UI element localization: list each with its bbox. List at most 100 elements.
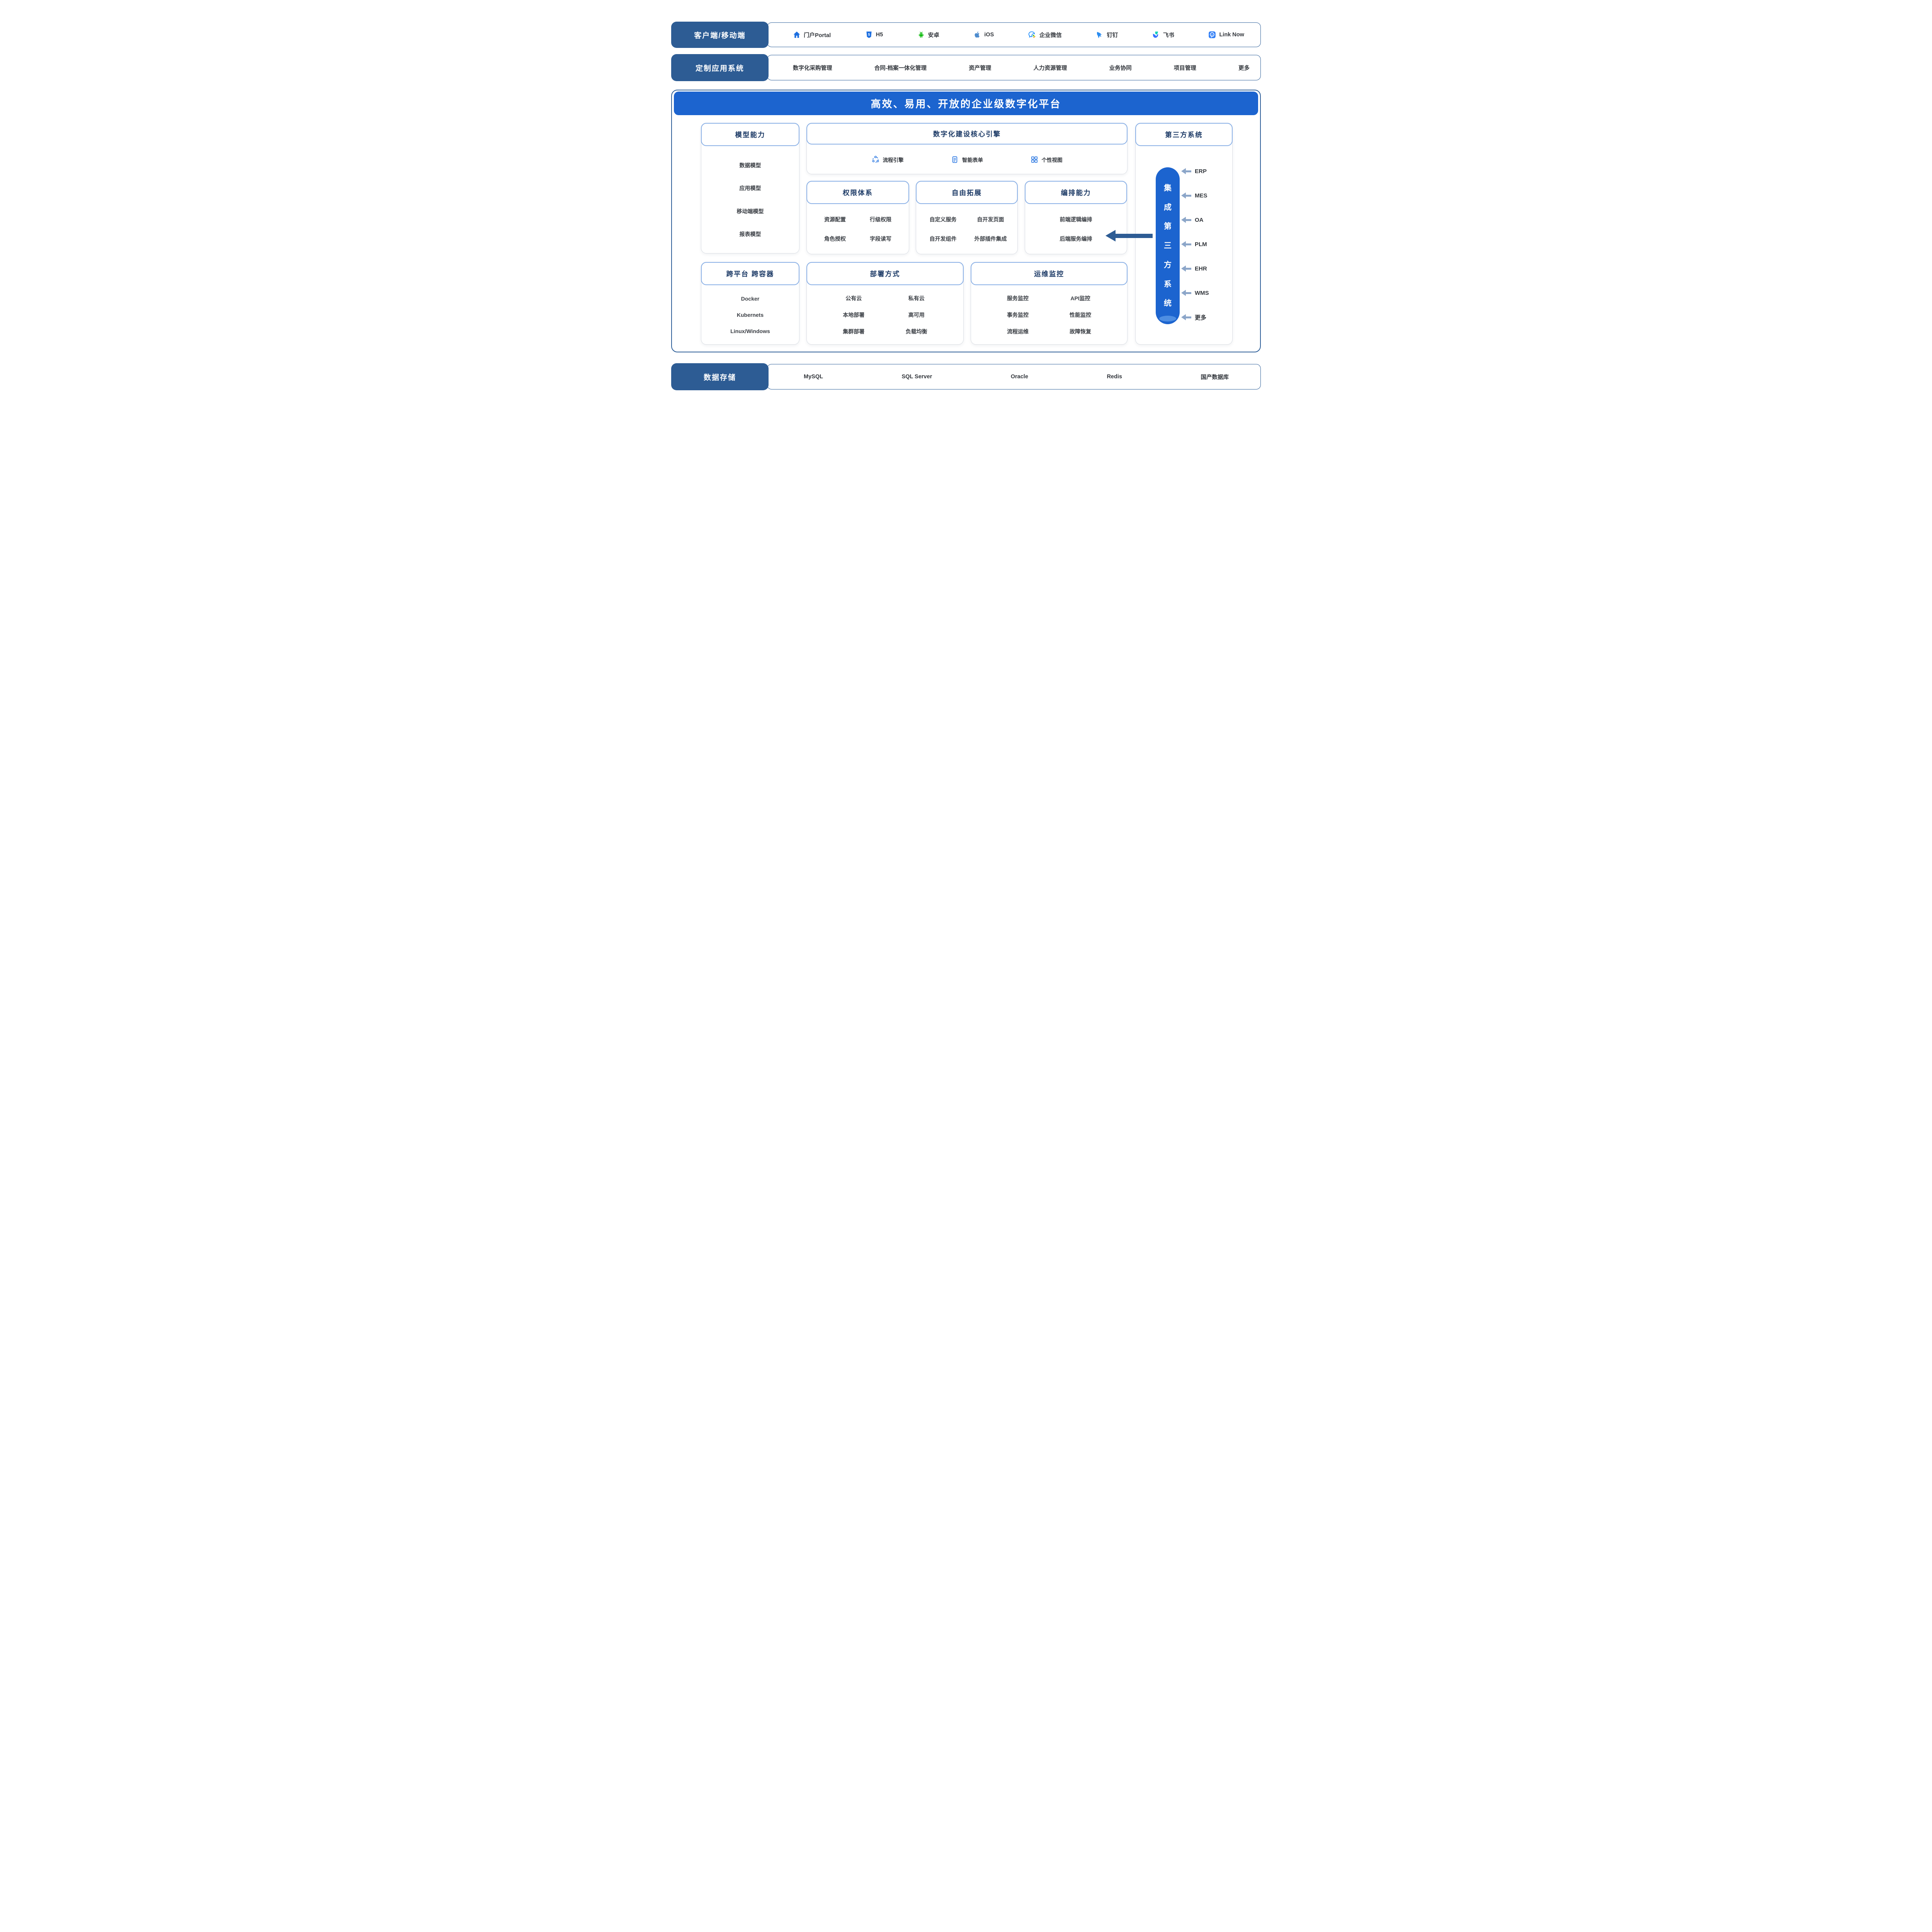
client-item-label: 企业微信 (1039, 31, 1062, 39)
left-arrow-icon (1181, 217, 1191, 223)
permission-item: 字段读写 (870, 235, 891, 243)
extension-item: 自定义服务 (930, 216, 957, 223)
clients-band-label: 客户端/移动端 (671, 22, 769, 48)
engine-feature: 流程引擎 (872, 156, 904, 163)
custom-app-item: 更多 (1238, 64, 1250, 72)
database-item: Redis (1107, 374, 1122, 380)
cross-platform-item: Docker (741, 296, 759, 302)
custom-view-icon (1031, 156, 1038, 163)
client-item: 安卓 (917, 31, 939, 39)
engine-feature-label: 智能表单 (962, 156, 983, 163)
permission-item: 资源配置 (824, 216, 846, 223)
third-party-system-row: ERP (1181, 167, 1231, 176)
extension-title: 自由拓展 (916, 181, 1018, 204)
deployment-card: 部署方式 公有云私有云本地部署高可用集群部署负载均衡 (806, 262, 964, 345)
integration-arrow-icon (1105, 230, 1153, 242)
apple-icon (973, 31, 981, 39)
monitoring-item: 事务监控 (1007, 311, 1029, 319)
third-party-system-label: PLM (1195, 241, 1207, 248)
cross-platform-card: 跨平台 跨容器 Docker Kubernets Linux/Windows (701, 262, 799, 345)
deployment-item: 负载均衡 (906, 328, 927, 335)
model-capability-title: 模型能力 (701, 123, 799, 146)
third-party-system-label: ERP (1195, 168, 1207, 175)
third-party-system-row: PLM (1181, 240, 1231, 249)
third-party-system-row: MES (1181, 191, 1231, 200)
monitoring-item: 流程运维 (1007, 328, 1029, 335)
left-arrow-icon (1181, 290, 1191, 296)
engine-feature-label: 个性视图 (1042, 156, 1063, 163)
client-item: 飞书 (1152, 31, 1174, 39)
svg-text:5: 5 (868, 33, 870, 37)
client-item: Link Now (1208, 31, 1244, 39)
third-party-system-row: WMS (1181, 288, 1231, 298)
deployment-items: 公有云私有云本地部署高可用集群部署负载均衡 (822, 286, 948, 344)
android-icon (917, 31, 925, 39)
cross-platform-items: Docker Kubernets Linux/Windows (701, 286, 799, 344)
custom-app-item: 资产管理 (969, 64, 991, 72)
deployment-item: 公有云 (845, 294, 862, 302)
platform-banner: 高效、易用、开放的企业级数字化平台 (674, 92, 1258, 115)
pill-char: 三 (1164, 242, 1172, 250)
pill-char: 统 (1164, 299, 1172, 307)
left-arrow-icon (1181, 168, 1191, 174)
extension-card: 自由拓展 自定义服务自开发页面自开发组件外部插件集成 (916, 181, 1018, 254)
third-party-system-label: 更多 (1195, 313, 1206, 321)
engine-feature-label: 流程引擎 (883, 156, 904, 163)
deployment-item: 本地部署 (843, 311, 864, 319)
permission-item: 角色授权 (824, 235, 846, 243)
platform-panel: 高效、易用、开放的企业级数字化平台 模型能力 数据模型应用模型移动端模型报表模型… (671, 90, 1261, 352)
html5-icon: 5 (865, 31, 873, 39)
custom-app-item: 合同-档案一体化管理 (874, 64, 927, 72)
core-engine-title: 数字化建设核心引擎 (806, 123, 1128, 145)
permission-items: 资源配置 行级权限角色授权 字段读写 (812, 204, 903, 254)
database-item: 国产数据库 (1201, 373, 1229, 381)
left-arrow-icon (1181, 192, 1191, 199)
deployment-item: 高可用 (908, 311, 925, 319)
left-arrow-icon (1181, 241, 1191, 247)
custom-app-item: 业务协同 (1109, 64, 1132, 72)
extension-item: 自开发组件 (930, 235, 957, 243)
pill-char: 系 (1164, 281, 1172, 288)
extension-items: 自定义服务自开发页面自开发组件外部插件集成 (919, 204, 1014, 254)
cross-platform-title: 跨平台 跨容器 (701, 262, 799, 285)
storage-band: 数据存储 MySQLSQL ServerOracleRedis国产数据库 (671, 363, 1261, 390)
arrow-tail (1116, 234, 1153, 238)
arrow-head (1105, 230, 1116, 242)
feishu-icon (1152, 31, 1160, 39)
extension-item: 自开发页面 (977, 216, 1004, 223)
orchestration-title: 编排能力 (1025, 181, 1127, 204)
custom-apps-band: 定制应用系统 数字化采购管理合同-档案一体化管理资产管理人力资源管理业务协同项目… (671, 54, 1261, 81)
client-item-label: 安卓 (928, 31, 939, 39)
smart-form-icon (951, 156, 959, 163)
custom-apps-band-label: 定制应用系统 (671, 54, 769, 81)
client-item-label: 飞书 (1163, 31, 1174, 39)
left-arrow-icon (1181, 314, 1191, 320)
linknow-icon (1208, 31, 1216, 39)
model-capability-items: 数据模型应用模型移动端模型报表模型 (701, 146, 799, 253)
database-item: SQL Server (901, 374, 932, 380)
client-item-label: iOS (984, 32, 994, 38)
pill-char: 成 (1164, 204, 1172, 211)
permission-item: 行级权限 (870, 216, 891, 223)
monitoring-items: 服务监控API监控事务监控性能监控流程运维故障恢复 (986, 286, 1112, 344)
core-engine-card: 数字化建设核心引擎 流程引擎 智能表单 个性视图 (806, 123, 1128, 174)
client-item: iOS (973, 31, 994, 39)
pill-char: 集 (1164, 184, 1172, 192)
monitoring-card: 运维监控 服务监控API监控事务监控性能监控流程运维故障恢复 (971, 262, 1128, 345)
third-party-system-label: MES (1195, 192, 1208, 199)
integration-pill: 集成第三方系统 (1156, 167, 1180, 324)
third-party-system-row: 更多 (1181, 313, 1231, 322)
database-item: Oracle (1011, 374, 1028, 380)
custom-app-item: 人力资源管理 (1033, 64, 1067, 72)
cross-platform-item: Linux/Windows (730, 328, 770, 334)
deployment-item: 私有云 (908, 294, 925, 302)
cross-platform-item: Kubernets (737, 312, 764, 318)
custom-app-item: 数字化采购管理 (793, 64, 832, 72)
clients-band-items: 门户Portal5H5安卓iOS企业微信钉钉飞书Link Now (767, 22, 1261, 47)
monitoring-item: 故障恢复 (1070, 328, 1091, 335)
client-item: 企业微信 (1028, 31, 1062, 39)
third-party-system-label: OA (1195, 217, 1204, 223)
third-party-systems: ERPMESOAPLMEHRWMS更多 (1181, 167, 1231, 322)
pill-char: 方 (1164, 261, 1172, 269)
clients-band: 客户端/移动端 门户Portal5H5安卓iOS企业微信钉钉飞书Link Now (671, 22, 1261, 48)
